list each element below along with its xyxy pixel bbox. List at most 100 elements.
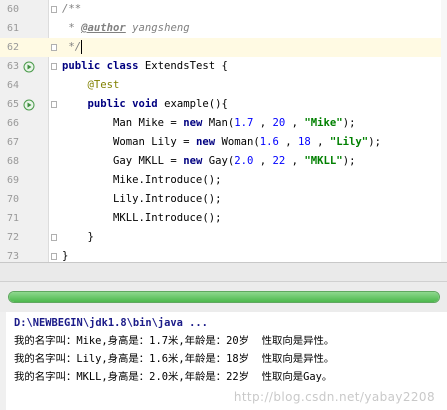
code-text[interactable]: } — [62, 228, 94, 247]
fold-marker-icon[interactable] — [51, 44, 57, 51]
line-number: 73 — [6, 251, 19, 262]
code-token: Woman Lily = — [62, 136, 196, 148]
code-token: Mike.Introduce(); — [62, 174, 222, 186]
code-text[interactable]: Gay MKLL = new Gay(2.0 , 22 , "MKLL"); — [62, 152, 355, 171]
code-token: , — [253, 155, 273, 167]
code-token: , — [310, 136, 330, 148]
run-progress-fill — [9, 292, 439, 302]
console-output-line: 我的名字叫：Mike,身高是：1.7米,年龄是：20岁 性取向是异性。 — [14, 335, 335, 347]
code-line[interactable]: 64 @Test — [0, 76, 447, 95]
code-line[interactable]: 71 MKLL.Introduce(); — [0, 209, 447, 228]
code-line[interactable]: 65 public void example(){ — [0, 95, 447, 114]
console-output-line: 我的名字叫：Lily,身高是：1.6米,年龄是：18岁 性取向是异性。 — [14, 353, 335, 365]
code-token: 18 — [298, 136, 311, 148]
code-token: Woman( — [221, 136, 260, 148]
line-number: 64 — [6, 80, 19, 91]
code-token: } — [62, 250, 69, 262]
run-console[interactable]: D:\NEWBEGIN\jdk1.8\bin\java ... 我的名字叫：Mi… — [0, 312, 447, 410]
code-token: Gay MKLL = — [62, 155, 184, 167]
code-text[interactable]: } — [62, 247, 68, 262]
line-number: 67 — [6, 137, 19, 148]
code-line[interactable]: 66 Man Mike = new Man(1.7 , 20 , "Mike")… — [0, 114, 447, 133]
code-line[interactable]: 73} — [0, 247, 447, 262]
line-number: 72 — [6, 232, 19, 243]
fold-marker-icon[interactable] — [51, 63, 57, 70]
line-number: 70 — [6, 194, 19, 205]
code-token: public class — [62, 60, 145, 72]
code-text[interactable]: Man Mike = new Man(1.7 , 20 , "Mike"); — [62, 114, 355, 133]
code-token: yangsheng — [125, 22, 190, 34]
code-token: ); — [342, 155, 356, 167]
line-number: 60 — [6, 4, 19, 15]
line-number: 62 — [6, 42, 19, 53]
code-token: 22 — [272, 155, 286, 167]
code-token: MKLL.Introduce(); — [62, 212, 222, 224]
console-output-line: 我的名字叫：MKLL,身高是：2.0米,年龄是：22岁 性取向是Gay。 — [14, 371, 333, 383]
code-token: , — [278, 136, 299, 148]
text-caret — [81, 40, 83, 54]
run-test-icon[interactable] — [23, 99, 35, 111]
code-token: "MKLL" — [304, 155, 343, 167]
fold-marker-icon[interactable] — [51, 6, 57, 13]
code-text[interactable]: MKLL.Introduce(); — [62, 209, 221, 228]
code-token: , — [253, 117, 273, 129]
code-text[interactable]: Woman Lily = new Woman(1.6 , 18 , "Lily"… — [62, 133, 381, 152]
code-token: ExtendsTest { — [144, 60, 228, 72]
fold-marker-icon[interactable] — [51, 253, 57, 260]
code-token: /** — [62, 3, 82, 15]
code-line[interactable]: 63 public class ExtendsTest { — [0, 57, 447, 76]
code-token: * — [62, 22, 82, 34]
code-text[interactable]: */ — [62, 38, 83, 57]
code-text[interactable]: /** — [62, 0, 81, 19]
code-text[interactable]: public class ExtendsTest { — [62, 57, 228, 76]
panel-splitter[interactable] — [0, 262, 447, 282]
code-token: example(){ — [164, 98, 228, 110]
run-progress-area — [0, 282, 447, 312]
code-line[interactable]: 60 /** — [0, 0, 447, 19]
run-test-icon[interactable] — [23, 61, 35, 73]
run-progress-bar — [8, 291, 440, 303]
code-token: 20 — [272, 117, 286, 129]
code-token: "Lily" — [329, 136, 369, 148]
code-token: Gay( — [208, 155, 235, 167]
code-text[interactable]: @Test — [62, 76, 120, 95]
code-text[interactable]: Lily.Introduce(); — [62, 190, 221, 209]
code-line[interactable]: 70 Lily.Introduce(); — [0, 190, 447, 209]
code-token: ); — [342, 117, 356, 129]
code-line[interactable]: 67 Woman Lily = new Woman(1.6 , 18 , "Li… — [0, 133, 447, 152]
code-editor[interactable]: 60/** 61 * @author yangsheng 62 */63 public… — [0, 0, 447, 262]
code-token: Lily.Introduce(); — [62, 193, 222, 205]
code-token: @author — [81, 22, 126, 34]
code-line[interactable]: 68 Gay MKLL = new Gay(2.0 , 22 , "MKLL")… — [0, 152, 447, 171]
code-text[interactable]: * @author yangsheng — [62, 19, 190, 38]
code-token: , — [285, 117, 305, 129]
code-token: ); — [368, 136, 381, 148]
code-token: new — [195, 136, 222, 148]
code-line[interactable]: 69 Mike.Introduce(); — [0, 171, 447, 190]
line-number: 68 — [6, 156, 19, 167]
code-line[interactable]: 62 */ — [0, 38, 447, 57]
code-token: */ — [62, 41, 82, 53]
fold-marker-icon[interactable] — [51, 234, 57, 241]
line-number: 65 — [6, 99, 19, 110]
code-token: } — [62, 231, 94, 243]
code-text[interactable]: public void example(){ — [62, 95, 228, 114]
console-command-line: D:\NEWBEGIN\jdk1.8\bin\java ... — [14, 317, 208, 329]
code-token: new — [183, 155, 209, 167]
code-line[interactable]: 72 } — [0, 228, 447, 247]
watermark-text: http://blog.csdn.net/yabay2208 — [233, 390, 435, 404]
code-line[interactable]: 61 * @author yangsheng — [0, 19, 447, 38]
fold-marker-icon[interactable] — [51, 101, 57, 108]
code-token: , — [285, 155, 305, 167]
code-token: new — [183, 117, 209, 129]
code-token: 1.6 — [259, 136, 279, 148]
code-text[interactable]: Mike.Introduce(); — [62, 171, 221, 190]
code-token: 1.7 — [234, 117, 254, 129]
line-number: 69 — [6, 175, 19, 186]
line-number: 63 — [6, 61, 19, 72]
code-token: public void — [62, 98, 165, 110]
editor-scrollbar[interactable] — [441, 0, 447, 262]
code-token: 2.0 — [234, 155, 254, 167]
code-token: @Test — [62, 79, 120, 91]
line-number: 61 — [6, 23, 19, 34]
